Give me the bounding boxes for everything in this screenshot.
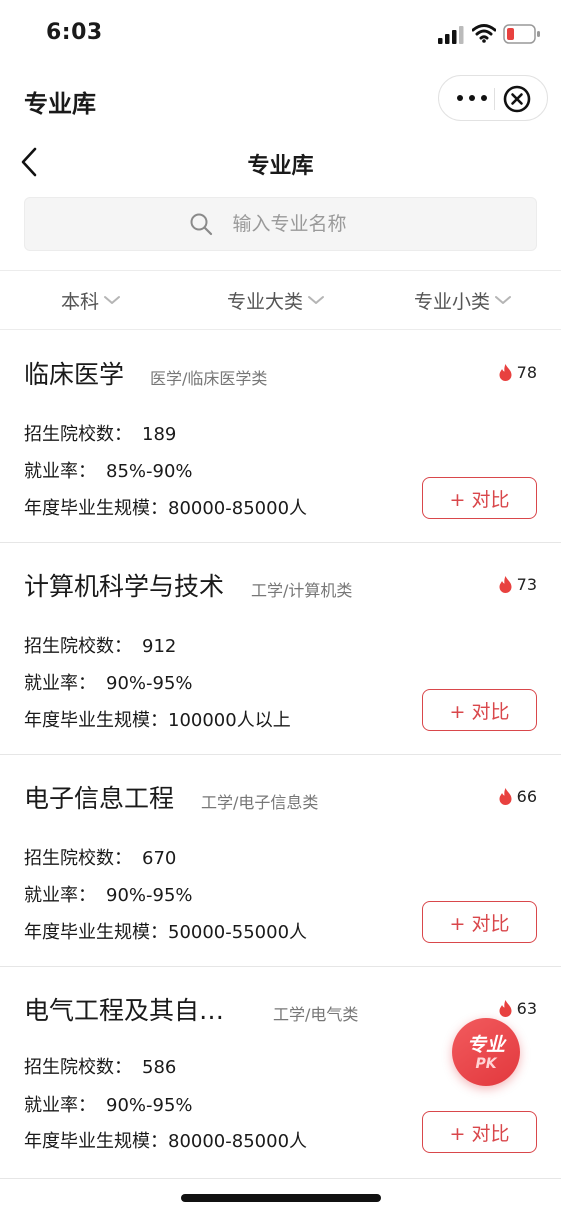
filter-bar: 本科 专业大类 专业小类 (0, 270, 561, 330)
search-input[interactable] (232, 213, 373, 235)
major-pk-button[interactable]: 专业 PK (452, 1018, 520, 1086)
hot-score-value: 73 (516, 575, 537, 594)
stat-value: 85%-90% (106, 461, 193, 482)
filter-label: 专业大类 (227, 290, 304, 313)
major-name: 计算机科学与技术 (24, 572, 225, 601)
home-indicator (181, 1194, 381, 1202)
stat-value: 90%-95% (106, 885, 193, 906)
status-bar: 6:03 (0, 0, 561, 70)
compare-button[interactable]: + 对比 (422, 1111, 537, 1153)
stat-label: 就业率： (24, 461, 96, 482)
schools-count: 招生院校数： 189 (24, 420, 176, 446)
stat-label: 招生院校数： (24, 848, 132, 869)
filter-degree-dropdown[interactable]: 本科 (61, 271, 121, 329)
employment-rate: 就业率： 90%-95% (24, 1091, 193, 1117)
pk-button-sublabel: PK (475, 1056, 497, 1072)
employment-rate: 就业率： 85%-90% (24, 457, 193, 483)
major-card[interactable]: 计算机科学与技术 工学/计算机类 73 招生院校数： 912 就业率： 90%-95… (0, 543, 561, 755)
mini-program-title: 专业库 (24, 90, 96, 118)
major-category: 工学/计算机类 (251, 581, 353, 600)
chevron-down-icon (307, 294, 325, 306)
schools-count: 招生院校数： 670 (24, 844, 176, 870)
close-circle-icon[interactable] (503, 85, 531, 113)
employment-rate: 就业率： 90%-95% (24, 881, 193, 907)
hot-score: 78 (499, 363, 537, 382)
graduate-scale: 年度毕业生规模：80000-85000人 (24, 1127, 307, 1153)
stat-label: 就业率： (24, 885, 96, 906)
major-category: 工学/电子信息类 (201, 793, 319, 812)
stat-value: 189 (142, 424, 177, 445)
stat-value: 90%-95% (106, 673, 193, 694)
major-card[interactable]: 临床医学 医学/临床医学类 78 招生院校数： 189 就业率： 85%-90% 年… (0, 331, 561, 543)
filter-label: 本科 (61, 290, 100, 313)
stat-value: 586 (142, 1057, 177, 1078)
major-category: 工学/电气类 (273, 1005, 359, 1024)
flame-icon (499, 1000, 512, 1017)
stat-label: 就业率： (24, 1095, 96, 1116)
graduate-scale: 年度毕业生规模：100000人以上 (24, 706, 291, 732)
stat-label: 就业率： (24, 673, 96, 694)
capsule-menu (438, 75, 548, 121)
more-dots-icon[interactable] (457, 90, 487, 106)
stat-value: 90%-95% (106, 1095, 193, 1116)
hot-score: 63 (499, 999, 537, 1018)
stat-label: 年度毕业生规模： (24, 710, 168, 731)
hot-score: 66 (499, 787, 537, 806)
stat-value: 100000人以上 (168, 710, 291, 731)
major-name: 电气工程及其自… (24, 996, 225, 1025)
stat-label: 招生院校数： (24, 424, 132, 445)
compare-button[interactable]: + 对比 (422, 901, 537, 943)
hot-score-value: 66 (516, 787, 537, 806)
battery-icon (503, 24, 540, 44)
status-time: 6:03 (46, 20, 103, 45)
stat-label: 招生院校数： (24, 1057, 132, 1078)
stat-label: 年度毕业生规模： (24, 1131, 168, 1152)
stat-label: 年度毕业生规模： (24, 498, 168, 519)
stat-label: 年度毕业生规模： (24, 922, 168, 943)
graduate-scale: 年度毕业生规模：50000-55000人 (24, 918, 307, 944)
hot-score: 73 (499, 575, 537, 594)
chevron-down-icon (494, 294, 512, 306)
major-category: 医学/临床医学类 (150, 369, 268, 388)
filter-label: 专业小类 (414, 290, 491, 313)
major-name: 临床医学 (24, 360, 125, 389)
capsule-divider (494, 88, 495, 110)
page-title: 专业库 (247, 154, 314, 179)
stat-value: 50000-55000人 (168, 922, 308, 943)
major-name: 电子信息工程 (24, 784, 175, 813)
search-icon (189, 212, 213, 236)
compare-button[interactable]: + 对比 (422, 689, 537, 731)
major-card[interactable]: 电子信息工程 工学/电子信息类 66 招生院校数： 670 就业率： 90%-95%… (0, 755, 561, 967)
hot-score-value: 63 (516, 999, 537, 1018)
pk-button-label: 专业 (466, 1034, 505, 1056)
stat-value: 670 (142, 848, 177, 869)
compare-button[interactable]: + 对比 (422, 477, 537, 519)
stat-value: 80000-85000人 (168, 1131, 308, 1152)
search-box[interactable] (24, 197, 537, 251)
hot-score-value: 78 (516, 363, 537, 382)
flame-icon (499, 576, 512, 593)
stat-value: 80000-85000人 (168, 498, 308, 519)
chevron-down-icon (103, 294, 121, 306)
flame-icon (499, 788, 512, 805)
graduate-scale: 年度毕业生规模：80000-85000人 (24, 494, 307, 520)
employment-rate: 就业率： 90%-95% (24, 669, 193, 695)
schools-count: 招生院校数： 586 (24, 1053, 176, 1079)
schools-count: 招生院校数： 912 (24, 632, 176, 658)
filter-major-subcategory-dropdown[interactable]: 专业小类 (414, 271, 512, 329)
wifi-icon (472, 24, 496, 43)
flame-icon (499, 364, 512, 381)
signal-icon (438, 26, 464, 44)
stat-label: 招生院校数： (24, 636, 132, 657)
filter-major-category-dropdown[interactable]: 专业大类 (227, 271, 325, 329)
stat-value: 912 (142, 636, 177, 657)
